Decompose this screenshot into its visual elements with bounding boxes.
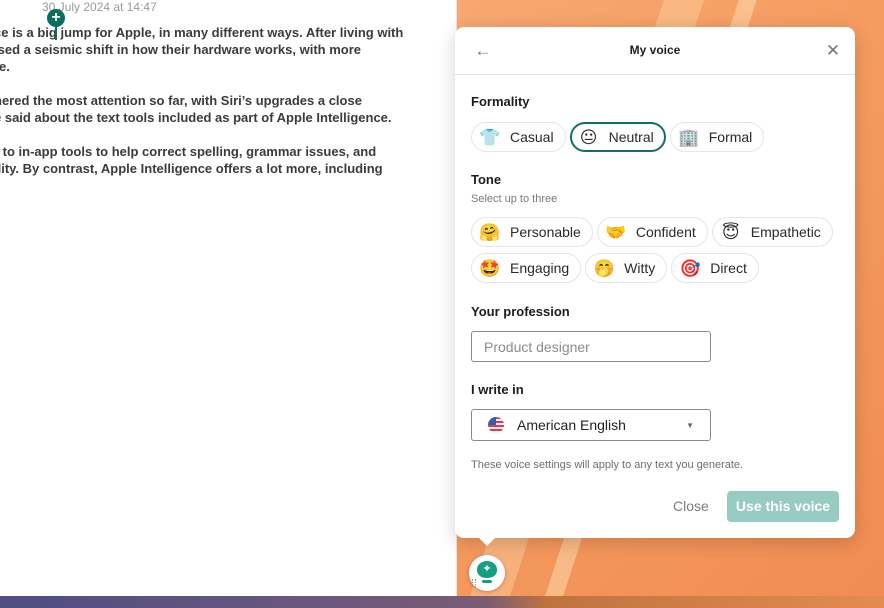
halo-face-icon: 😇 <box>721 222 740 242</box>
text-line: r to in-app tools to help correct spelli… <box>0 144 377 159</box>
language-value: American English <box>517 417 626 433</box>
formality-label: Formality <box>471 94 530 109</box>
tone-options-row-1: 🤗 Personable 🤝 Confident 😇 Empathetic <box>471 217 833 247</box>
close-button[interactable]: Close <box>665 491 717 521</box>
tshirt-icon: 👕 <box>479 127 501 147</box>
text-line: ised a seismic shift in how their hardwa… <box>0 42 361 57</box>
chip-label: Confident <box>635 224 696 240</box>
use-this-voice-button[interactable]: Use this voice <box>727 491 839 522</box>
hugging-face-icon: 🤗 <box>479 222 501 242</box>
close-icon[interactable]: ✕ <box>821 39 845 63</box>
handshake-icon: 🤝 <box>605 222 627 242</box>
paragraph: hered the most attention so far, with Si… <box>0 92 456 126</box>
document-body[interactable]: ce is a big jump for Apple, in many diff… <box>0 24 456 194</box>
desktop-wallpaper <box>0 596 884 608</box>
chip-label: Engaging <box>510 260 570 276</box>
language-select[interactable]: American English ▼ <box>471 409 711 441</box>
text-line: e said about the text tools included as … <box>0 110 392 125</box>
text-line: hered the most attention so far, with Si… <box>0 93 362 108</box>
tone-label: Tone <box>471 172 502 187</box>
tone-empathetic[interactable]: 😇 Empathetic <box>711 217 833 247</box>
chip-label: Direct <box>710 260 747 276</box>
text-line: ility. By contrast, Apple Intelligence o… <box>0 161 383 176</box>
voice-settings-note: These voice settings will apply to any t… <box>471 459 744 471</box>
assistant-button[interactable]: ✦ <box>469 555 505 591</box>
lightbulb-base <box>482 580 492 583</box>
tone-sublabel: Select up to three <box>471 193 558 205</box>
language-label: I write in <box>471 382 524 397</box>
insert-plus-icon[interactable]: + <box>47 9 65 27</box>
paragraph: r to in-app tools to help correct spelli… <box>0 143 456 177</box>
chip-label: Personable <box>510 224 581 240</box>
formality-casual[interactable]: 👕 Casual <box>471 122 566 152</box>
formality-options: 👕 Casual 😐 Neutral 🏢 Formal <box>471 122 765 152</box>
hand-over-mouth-icon: 🤭 <box>593 258 615 278</box>
drag-handle-icon[interactable] <box>472 579 476 587</box>
formality-formal[interactable]: 🏢 Formal <box>669 122 765 152</box>
chip-label: Casual <box>510 129 554 145</box>
us-flag-icon <box>488 417 504 433</box>
paragraph: ce is a big jump for Apple, in many diff… <box>0 24 456 75</box>
profession-input[interactable] <box>471 331 711 362</box>
tone-options-row-2: 🤩 Engaging 🤭 Witty 🎯 Direct <box>471 253 759 283</box>
neutral-face-icon: 😐 <box>579 127 598 147</box>
panel-header: ← My voice ✕ <box>455 27 855 75</box>
tone-direct[interactable]: 🎯 Direct <box>671 253 759 283</box>
text-line: re. <box>0 59 10 74</box>
chip-label: Witty <box>624 260 656 276</box>
chip-label: Formal <box>708 129 753 145</box>
formality-neutral[interactable]: 😐 Neutral <box>569 122 666 152</box>
chip-label: Empathetic <box>750 224 821 240</box>
panel-pointer <box>478 537 496 546</box>
sparkle-icon: ✦ <box>482 563 492 575</box>
my-voice-panel: ← My voice ✕ Formality 👕 Casual 😐 Neutra… <box>455 27 855 538</box>
tone-engaging[interactable]: 🤩 Engaging <box>471 253 582 283</box>
tone-witty[interactable]: 🤭 Witty <box>585 253 668 283</box>
text-line: ce is a big jump for Apple, in many diff… <box>0 25 404 40</box>
tone-personable[interactable]: 🤗 Personable <box>471 217 593 247</box>
document-window: 30 July 2024 at 14:47 ce is a big jump f… <box>0 0 457 596</box>
tone-confident[interactable]: 🤝 Confident <box>596 217 708 247</box>
chip-label: Neutral <box>608 129 654 145</box>
target-icon: 🎯 <box>679 258 701 278</box>
panel-title: My voice <box>629 43 681 57</box>
profession-label: Your profession <box>471 304 570 319</box>
chevron-down-icon: ▼ <box>686 420 694 430</box>
star-struck-icon: 🤩 <box>479 258 501 278</box>
office-building-icon: 🏢 <box>678 127 700 147</box>
